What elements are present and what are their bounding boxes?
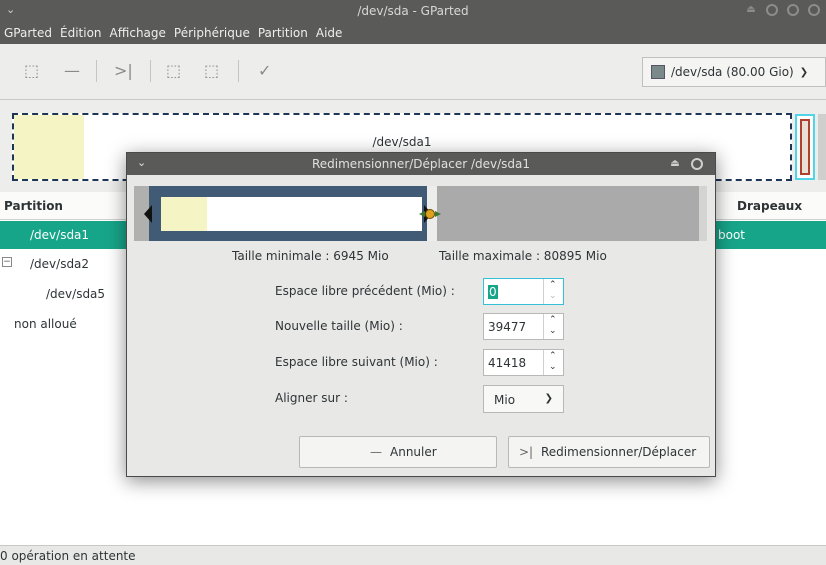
column-flags[interactable]: Drapeaux [737,199,802,213]
decrement-icon[interactable]: ⌄ [549,326,557,336]
minimize-button[interactable] [766,4,778,16]
delete-icon[interactable]: — [64,61,80,80]
dialog-titlebar: ⌄ Redimensionner/Déplacer /dev/sda1 ⏏ [127,153,715,175]
copy-icon[interactable]: ⬚ [166,61,181,80]
row-name: /dev/sda5 [46,287,106,301]
dialog-close-button[interactable] [691,158,703,170]
align-value: Mio [494,393,516,407]
chevron-down-icon: ❯ [544,393,553,404]
chevron-down-icon: ❯ [799,66,809,78]
close-button[interactable] [808,4,820,16]
align-row: Aligner sur : Mio ❯ [127,385,715,413]
free-after-label: Espace libre suivant (Mio) : [275,355,438,369]
resize-handle-icon[interactable] [419,209,441,219]
free-after-row: Espace libre suivant (Mio) : 41418 ⌃ ⌄ [127,349,715,377]
decrement-icon[interactable]: ⌄ [549,291,557,301]
increment-icon[interactable]: ⌃ [549,315,557,325]
row-name: /dev/sda1 [30,228,90,242]
partition-block-extra[interactable] [818,114,826,180]
toolbar-separator [238,60,239,82]
menu-aide[interactable]: Aide [316,26,343,40]
window-titlebar: ⌄ /dev/sda - GParted ⏏ [0,0,826,22]
eject-icon[interactable]: ⏏ [669,158,681,170]
window-title: /dev/sda - GParted [357,4,469,18]
resize-slider[interactable] [134,186,707,241]
resize-dialog: ⌄ Redimensionner/Déplacer /dev/sda1 ⏏ Ta… [126,152,716,477]
partition-block-selected[interactable] [795,114,815,180]
column-partition[interactable]: Partition [4,199,63,213]
free-before-value[interactable]: 0 [488,285,498,299]
dialog-title: Redimensionner/Déplacer /dev/sda1 [311,157,530,171]
free-before-spinner[interactable]: 0 ⌃ ⌄ [483,278,564,305]
free-before-label: Espace libre précédent (Mio) : [275,284,455,298]
menu-peripherique[interactable]: Périphérique [174,26,250,40]
slider-used-space [161,197,207,231]
menu-edition[interactable]: Édition [60,26,102,40]
cancel-button[interactable]: — Annuler [299,436,497,468]
new-size-spinner[interactable]: 39477 ⌃ ⌄ [483,313,564,340]
decrement-icon[interactable]: ⌄ [549,362,557,372]
slider-free-space [207,197,422,231]
collapse-icon[interactable]: − [2,257,12,267]
row-flags: boot [718,228,746,242]
menu-gparted[interactable]: GParted [4,26,52,40]
toolbar: ⬚ — >| ⬚ ⬚ ✓ /dev/sda (80.00 Gio) ❯ [0,44,826,100]
row-name: /dev/sda2 [30,257,90,271]
cancel-label: Annuler [390,445,437,459]
new-size-value[interactable]: 39477 [488,320,526,334]
resize-move-button[interactable]: >| Redimensionner/Déplacer [508,436,710,468]
resize-move-label: Redimensionner/Déplacer [541,445,697,459]
device-selector[interactable]: /dev/sda (80.00 Gio) ❯ [642,57,826,87]
paste-icon[interactable]: ⬚ [204,61,219,80]
menubar: GParted Édition Affichage Périphérique P… [0,22,826,44]
left-handle-icon[interactable] [144,205,152,223]
slider-end [699,186,707,241]
toolbar-separator [96,60,97,82]
free-after-spinner[interactable]: 41418 ⌃ ⌄ [483,349,564,376]
increment-icon[interactable]: ⌃ [549,280,557,290]
menu-affichage[interactable]: Affichage [110,26,166,40]
new-partition-icon[interactable]: ⬚ [24,61,39,80]
resize-move-icon: >| [519,445,534,459]
align-select[interactable]: Mio ❯ [483,385,564,413]
max-size-label: Taille maximale : 80895 Mio [439,249,607,263]
device-selector-label: /dev/sda (80.00 Gio) [671,65,794,79]
row-name: non alloué [14,317,77,331]
menu-partition[interactable]: Partition [258,26,308,40]
disk-icon [651,65,665,79]
toolbar-separator [150,60,151,82]
partition-block-label: /dev/sda1 [372,135,432,149]
apply-check-icon[interactable]: ✓ [258,61,271,80]
maximize-button[interactable] [787,4,799,16]
slider-unallocated [437,186,699,241]
dash-icon: — [370,445,382,459]
increment-icon[interactable]: ⌃ [549,351,557,361]
free-before-row: Espace libre précédent (Mio) : 0 ⌃ ⌄ [127,278,715,306]
eject-icon[interactable]: ⏏ [745,4,757,16]
free-after-value[interactable]: 41418 [488,356,526,370]
new-size-label: Nouvelle taille (Mio) : [275,319,403,333]
align-label: Aligner sur : [275,391,348,405]
resize-move-icon[interactable]: >| [114,61,133,80]
status-bar: 0 opération en attente [0,545,826,565]
new-size-row: Nouvelle taille (Mio) : 39477 ⌃ ⌄ [127,313,715,341]
min-size-label: Taille minimale : 6945 Mio [232,249,389,263]
